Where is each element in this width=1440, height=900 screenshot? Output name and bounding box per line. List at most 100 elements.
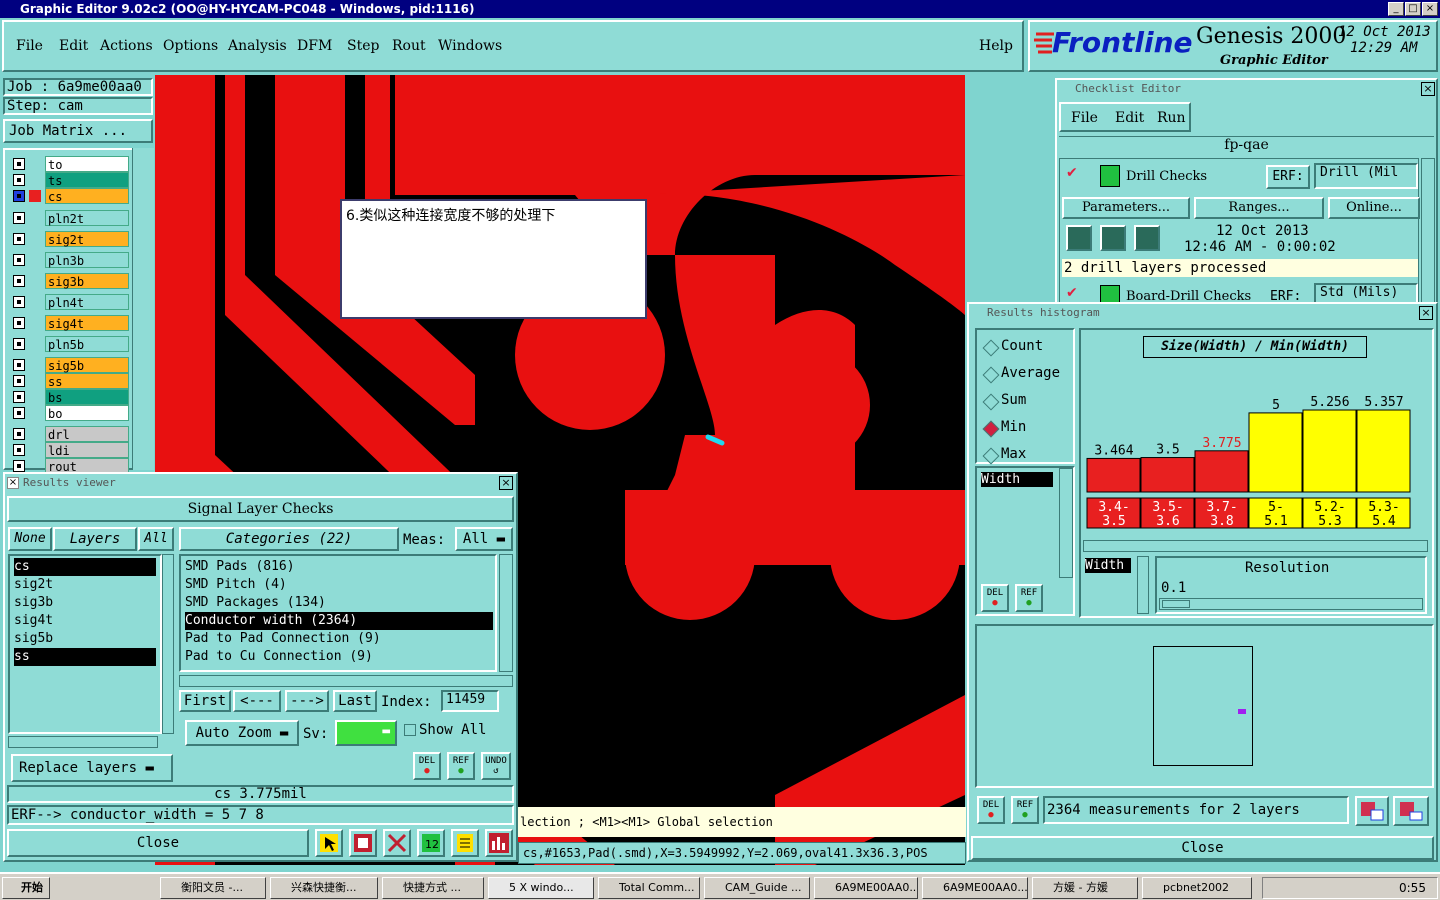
layer-row-cs[interactable]: cs	[11, 188, 129, 204]
preview-ref-button[interactable]: REF ●	[1011, 796, 1039, 824]
taskbar-task[interactable]: 衡阳文员 -...	[160, 877, 266, 899]
category-item[interactable]: Conductor width (2364)	[185, 612, 493, 630]
layer-checkbox[interactable]	[13, 254, 25, 266]
mode-radio-min[interactable]	[982, 420, 1000, 438]
drill-checks-checkmark-icon[interactable]: ✔	[1066, 165, 1078, 181]
layer-row-sig4t[interactable]: sig4t	[11, 315, 129, 331]
histogram-preview[interactable]	[975, 624, 1434, 788]
layer-row-sig3b[interactable]: sig3b	[11, 273, 129, 289]
layer-name[interactable]: pln3b	[45, 252, 129, 268]
maximize-button[interactable]: □	[1405, 2, 1421, 16]
meas-dropdown[interactable]: All ▬	[455, 527, 513, 551]
prev-button[interactable]: <---	[233, 690, 281, 712]
histogram-close-icon[interactable]: ×	[1419, 306, 1433, 320]
layer-checkbox[interactable]	[13, 212, 25, 224]
mode-radio-count[interactable]	[982, 339, 1000, 357]
histogram-chart[interactable]: 3.4643.4-3.53.53.5-3.63.7753.7-3.855-5.1…	[1083, 360, 1430, 545]
width-scrollbar[interactable]	[1137, 556, 1149, 614]
layer-checkbox[interactable]	[13, 317, 25, 329]
layer-checkbox[interactable]	[13, 174, 25, 186]
taskbar-task[interactable]: 6A9ME00AA0...	[814, 877, 918, 899]
auto-zoom-dropdown[interactable]: Auto Zoom ▬	[185, 720, 299, 746]
result-layer-item[interactable]: sig3b	[14, 594, 156, 612]
minimize-button[interactable]: _	[1388, 2, 1404, 16]
mode-radio-max[interactable]	[982, 447, 1000, 465]
last-button[interactable]: Last	[333, 690, 377, 712]
menu-dfm[interactable]: DFM	[297, 38, 332, 54]
layer-name[interactable]: sig4t	[45, 315, 129, 331]
layer-checkbox[interactable]	[13, 460, 25, 472]
menu-edit[interactable]: Edit	[59, 38, 88, 54]
menu-options[interactable]: Options	[163, 38, 218, 54]
taskbar-task[interactable]: 兴森快捷衡...	[270, 877, 378, 899]
field-list[interactable]: Width DEL ● REF ●	[975, 466, 1075, 616]
layer-name[interactable]: ts	[45, 172, 129, 188]
layer-row-pln4t[interactable]: pln4t	[11, 294, 129, 310]
result-layer-item[interactable]: ss	[14, 648, 156, 666]
all-layers-button[interactable]: All	[138, 527, 174, 551]
histogram-tool-icon[interactable]	[485, 829, 513, 857]
signal-layer-checks-header[interactable]: Signal Layer Checks	[7, 496, 514, 522]
layer-checkbox[interactable]	[13, 233, 25, 245]
first-button[interactable]: First	[179, 690, 231, 712]
undo-button[interactable]: UNDO ↺	[481, 752, 511, 780]
zoom-selected-icon[interactable]	[1355, 796, 1389, 826]
layer-name[interactable]: sig5b	[45, 357, 129, 373]
ranges-button[interactable]: Ranges...	[1194, 197, 1324, 219]
layer-row-ss[interactable]: ss	[11, 373, 129, 389]
layer-checkbox[interactable]	[13, 407, 25, 419]
layer-result-list[interactable]: cs sig2t sig3b sig4t sig5b ss	[8, 554, 162, 734]
menu-help[interactable]: Help	[979, 38, 1013, 54]
taskbar-task[interactable]: 方媛 - 方媛	[1032, 877, 1138, 899]
layer-checkbox[interactable]	[13, 190, 25, 202]
notes-tool-icon[interactable]	[451, 829, 479, 857]
layer-row-drl[interactable]: drl	[11, 426, 129, 442]
parameters-button[interactable]: Parameters...	[1062, 197, 1190, 219]
category-item[interactable]: Pad to Cu Connection (9)	[185, 648, 493, 666]
layer-checkbox[interactable]	[13, 444, 25, 456]
result-layer-item[interactable]: sig4t	[14, 612, 156, 630]
layer-row-sig5b[interactable]: sig5b	[11, 357, 129, 373]
layer-name[interactable]: bo	[45, 405, 129, 421]
checklist-menu-file[interactable]: File	[1071, 110, 1098, 126]
drill-erf-label[interactable]: ERF:	[1266, 165, 1310, 189]
field-width[interactable]: Width	[981, 472, 1053, 487]
del-button[interactable]: DEL ●	[413, 752, 441, 780]
start-button[interactable]: 开始	[2, 877, 50, 899]
show-all-checkbox[interactable]	[404, 724, 416, 736]
layer-name[interactable]: drl	[45, 426, 129, 442]
menu-analysis[interactable]: Analysis	[228, 38, 287, 54]
layer-checkbox[interactable]	[13, 428, 25, 440]
checklist-menu-edit[interactable]: Edit	[1115, 110, 1144, 126]
mode-radio-sum[interactable]	[982, 393, 1000, 411]
ref-button[interactable]: REF ●	[447, 752, 475, 780]
menu-step[interactable]: Step	[347, 38, 379, 54]
histogram-hscrollbar[interactable]	[1083, 540, 1428, 552]
next-button[interactable]: --->	[285, 690, 329, 712]
menu-file[interactable]: File	[16, 38, 43, 54]
resolution-slider[interactable]	[1159, 598, 1423, 610]
category-item[interactable]: SMD Pitch (4)	[185, 576, 493, 594]
layer-checkbox[interactable]	[13, 359, 25, 371]
result-layer-item[interactable]: cs	[14, 558, 156, 576]
histogram-close-button[interactable]: Close	[971, 836, 1434, 860]
mode-radio-average[interactable]	[982, 366, 1000, 384]
layer-name[interactable]: pln4t	[45, 294, 129, 310]
taskbar-task[interactable]: Total Comm...	[598, 877, 700, 899]
menu-windows[interactable]: Windows	[438, 38, 502, 54]
preview-del-button[interactable]: DEL ●	[977, 796, 1005, 824]
numbers-tool-icon[interactable]: 12	[417, 829, 445, 857]
index-input[interactable]: 11459	[441, 690, 499, 712]
layer-name[interactable]: ss	[45, 373, 129, 389]
layer-name[interactable]: cs	[45, 188, 129, 204]
category-list-hscrollbar[interactable]	[179, 675, 513, 687]
result-layer-item[interactable]: sig5b	[14, 630, 156, 648]
hist-ref-button[interactable]: REF ●	[1015, 584, 1043, 612]
layer-checkbox[interactable]	[13, 391, 25, 403]
sv-color-dropdown[interactable]: ▬	[335, 720, 397, 746]
online-button[interactable]: Online...	[1328, 197, 1420, 219]
layer-checkbox[interactable]	[13, 296, 25, 308]
board-drill-checkmark-icon[interactable]: ✔	[1066, 285, 1078, 301]
replace-layers-dropdown[interactable]: Replace layers ▬	[11, 754, 173, 782]
layer-name[interactable]: sig3b	[45, 273, 129, 289]
